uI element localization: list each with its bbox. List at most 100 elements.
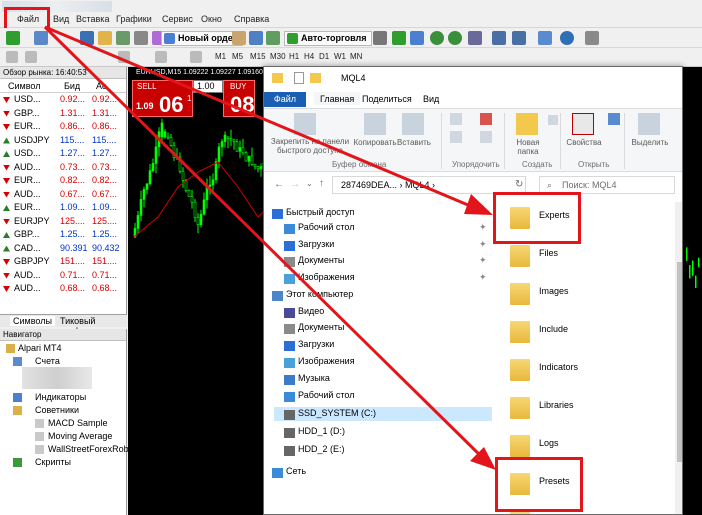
buy-button[interactable]: BUY 08 [223,80,255,117]
menu-insert[interactable]: Вставка [76,14,109,24]
indicators-icon[interactable] [538,31,552,45]
delete-icon[interactable] [480,113,492,125]
properties-icon[interactable] [294,72,304,84]
nav-pane-item[interactable]: Музыка [298,373,330,383]
line-chart-icon[interactable] [410,31,424,45]
market-watch-row[interactable]: AUD... 0.71... 0.71... [0,269,126,283]
tf-m5[interactable]: M5 [232,52,243,61]
market-watch-row[interactable]: GBP... 1.31... 1.31... [0,107,126,121]
market-watch-row[interactable]: AUD... 0.67... 0.67... [0,188,126,202]
folder-item[interactable]: Logs [539,438,559,448]
tf-m30[interactable]: M30 [270,52,286,61]
tile-windows-icon[interactable] [468,31,482,45]
market-watch-icon[interactable] [80,31,94,45]
tf-h4[interactable]: H4 [304,52,314,61]
copy-label[interactable]: Копировать [350,138,400,147]
col-ask[interactable]: Ас [96,79,107,93]
paste-icon[interactable] [402,113,424,135]
chart-shift-icon[interactable] [492,31,506,45]
move-icon[interactable] [450,113,462,125]
vertical-scrollbar[interactable] [675,202,682,514]
nav-advisors[interactable]: Советники [35,405,79,415]
tab-symbols[interactable]: Символы [10,316,55,326]
nav-indicators[interactable]: Индикаторы [35,392,86,402]
nav-pane-item[interactable]: Рабочий стол [298,222,355,232]
market-watch-row[interactable]: AUD... 0.73... 0.73... [0,161,126,175]
folder-item[interactable]: Indicators [539,362,578,372]
tab-view[interactable]: Вид [423,92,439,107]
nav-pane-item[interactable]: Документы [298,322,344,332]
profiles-icon[interactable] [34,31,48,45]
copy-icon[interactable] [364,113,386,135]
scrollbar-thumb[interactable] [677,262,682,462]
tf-m1[interactable]: M1 [215,52,226,61]
nav-expert-wsfr[interactable]: WallStreetForexRobo [48,444,134,454]
market-watch-row[interactable]: CAD... 90.391 90.432 [0,242,126,256]
lot-size-input[interactable]: 1.00 [193,80,223,93]
nav-accounts[interactable]: Счета [35,356,60,366]
properties-label[interactable]: Свойства [562,138,606,147]
open-icon[interactable] [608,113,620,125]
tf-mn[interactable]: MN [350,52,362,61]
menu-view[interactable]: Вид [53,14,69,24]
market-watch-row[interactable]: EUR... 1.09... 1.09... [0,201,126,215]
nav-root[interactable]: Alpari MT4 [18,343,62,353]
up-icon[interactable]: ↑ [319,178,324,189]
menu-window[interactable]: Окно [201,14,222,24]
tab-home[interactable]: Главная [314,92,361,107]
recent-icon[interactable]: ⌄ [306,179,313,188]
text-tool-icon[interactable] [155,51,167,63]
col-bid[interactable]: Бид [64,79,80,93]
nav-pane-item[interactable]: HDD_1 (D:) [298,426,345,436]
nav-pane-item[interactable]: SSD_SYSTEM (C:) [298,408,376,418]
market-watch-row[interactable]: GBP... 1.25... 1.25... [0,228,126,242]
folder-item[interactable]: Include [539,324,568,334]
refresh-icon[interactable]: ↻ [515,179,523,190]
nav-scripts[interactable]: Скрипты [35,457,71,467]
periods-icon[interactable] [560,31,574,45]
tab-share[interactable]: Поделиться [362,92,412,107]
zoom-out-icon[interactable] [448,31,462,45]
market-watch-row[interactable]: USDJPY 115.... 115.... [0,134,126,148]
nav-pane-item[interactable]: Видео [298,306,324,316]
menu-charts[interactable]: Графики [116,14,152,24]
cursor-icon[interactable] [6,51,18,63]
bar-chart-icon[interactable] [373,31,387,45]
nav-expert-macd[interactable]: MACD Sample [48,418,108,428]
signals-icon[interactable] [266,31,280,45]
tf-w1[interactable]: W1 [334,52,346,61]
menu-help[interactable]: Справка [234,14,269,24]
nav-pane-item[interactable]: Изображения [298,356,355,366]
forward-icon[interactable]: → [290,179,300,190]
new-item-icon[interactable] [548,115,558,125]
nav-pane-item[interactable]: Быстрый доступ [286,207,354,217]
new-order-button[interactable]: Новый ордер [161,31,244,46]
folder-item[interactable]: Images [539,286,569,296]
rename-icon[interactable] [480,131,492,143]
tab-file[interactable]: Файл [264,92,306,107]
terminal-icon[interactable] [134,31,148,45]
nav-pane-item[interactable]: Документы [298,255,344,265]
nav-pane-item[interactable]: Рабочий стол [298,390,355,400]
col-symbol[interactable]: Символ [8,79,40,93]
new-folder-big-icon[interactable] [516,113,538,135]
nav-expert-ma[interactable]: Moving Average [48,431,112,441]
menu-tools[interactable]: Сервис [162,14,193,24]
tf-m15[interactable]: M15 [250,52,266,61]
data-window-icon[interactable] [98,31,112,45]
user-icon[interactable] [249,31,263,45]
nav-pane-item[interactable]: Загрузки [298,339,334,349]
market-watch-row[interactable]: USD... 1.27... 1.27... [0,147,126,161]
market-watch-row[interactable]: USD... 0.92... 0.92... [0,93,126,107]
arrows-icon[interactable] [190,51,202,63]
back-icon[interactable]: ← [274,179,284,190]
select-icon[interactable] [638,113,660,135]
market-watch-row[interactable]: AUD... 0.68... 0.68... [0,282,126,296]
tf-d1[interactable]: D1 [319,52,329,61]
folder-item[interactable]: Files [539,248,558,258]
sell-button[interactable]: SELL 1.09 06 1 [132,80,193,117]
market-watch-row[interactable]: EUR... 0.86... 0.86... [0,120,126,134]
paste-label[interactable]: Вставить [394,138,434,147]
fibo-icon[interactable] [118,51,130,63]
pin-label[interactable]: Закрепить на панели быстрого доступа [268,137,352,155]
